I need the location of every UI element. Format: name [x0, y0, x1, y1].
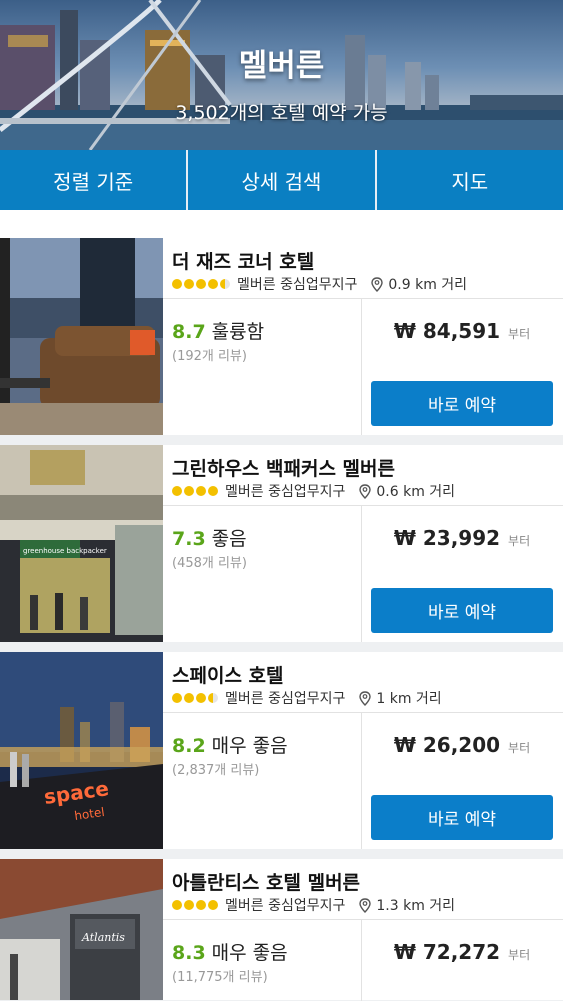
greenhouse-sign: greenhouse backpacker: [23, 547, 107, 555]
price-box: ₩ 23,992 부터 바로 예약: [361, 505, 563, 643]
hotel-area: 멜버른 중심업무지구: [225, 691, 346, 707]
rating-box: 7.3 좋음 (458개 리뷰): [163, 505, 362, 643]
city-header: 멜버른 3,502개의 호텔 예약 가능: [0, 0, 563, 150]
hotel-meta: 멜버른 중심업무지구 0.6 km 거리: [172, 481, 455, 501]
rating-box: 8.2 매우 좋음 (2,837개 리뷰): [163, 712, 362, 850]
star-rating: [172, 486, 220, 496]
card-divider: [0, 642, 563, 652]
hotel-distance: 1.3 km 거리: [376, 898, 456, 914]
hotel-name[interactable]: 아틀란티스 호텔 멜버른: [172, 868, 360, 895]
spacer: [0, 210, 563, 238]
book-now-button[interactable]: 바로 예약: [371, 795, 553, 840]
hotel-photo[interactable]: space hotel: [0, 652, 163, 849]
review-score: 8.2 매우 좋음: [172, 735, 288, 757]
hotel-distance: 0.6 km 거리: [376, 484, 456, 500]
location-pin-icon: [359, 690, 372, 706]
hotel-area: 멜버른 중심업무지구: [225, 484, 346, 500]
hotel-card[interactable]: space hotel 스페이스 호텔 멜버른 중심업무지구 1 km 거리 8…: [0, 652, 563, 850]
star-rating: [172, 900, 220, 910]
hotel-name[interactable]: 더 재즈 코너 호텔: [172, 247, 314, 274]
book-now-button[interactable]: 바로 예약: [371, 588, 553, 633]
hotel-card[interactable]: greenhouse backpacker 그린하우스 백패커스 멜버른 멜버른…: [0, 445, 563, 643]
rating-box: 8.3 매우 좋음 (11,775개 리뷰): [163, 919, 362, 1001]
hotel-name[interactable]: 스페이스 호텔: [172, 661, 284, 688]
hotel-card[interactable]: 더 재즈 코너 호텔 멜버른 중심업무지구 0.9 km 거리 8.7 훌륭함 (…: [0, 238, 563, 436]
review-score: 8.7 훌륭함: [172, 321, 265, 343]
price-box: ₩ 84,591 부터 바로 예약: [361, 298, 563, 436]
hotel-photo[interactable]: greenhouse backpacker: [0, 445, 163, 642]
star-rating: [172, 279, 232, 289]
review-count: (458개 리뷰): [172, 556, 247, 571]
hotel-meta: 멜버른 중심업무지구 1.3 km 거리: [172, 895, 455, 915]
location-pin-icon: [371, 276, 384, 292]
review-score: 7.3 좋음: [172, 528, 247, 550]
price-box: ₩ 72,272 부터: [361, 919, 563, 1001]
hotel-area: 멜버른 중심업무지구: [237, 277, 358, 293]
card-divider: [0, 435, 563, 445]
map-button[interactable]: 지도: [377, 150, 563, 210]
hotel-meta: 멜버른 중심업무지구 0.9 km 거리: [172, 274, 467, 294]
hotel-area: 멜버른 중심업무지구: [225, 898, 346, 914]
hotel-card[interactable]: Atlantis 아틀란티스 호텔 멜버른 멜버른 중심업무지구 1.3 km …: [0, 859, 563, 1001]
hotel-meta: 멜버른 중심업무지구 1 km 거리: [172, 688, 442, 708]
sort-button[interactable]: 정렬 기준: [0, 150, 189, 210]
action-bar: 정렬 기준 상세 검색 지도: [0, 150, 563, 210]
hotel-price: ₩ 26,200 부터: [393, 733, 531, 757]
review-count: (192개 리뷰): [172, 349, 247, 364]
hotel-photo[interactable]: [0, 238, 163, 435]
review-count: (11,775개 리뷰): [172, 970, 268, 985]
hotel-distance: 1 km 거리: [376, 691, 442, 707]
hotel-price: ₩ 84,591 부터: [393, 319, 531, 343]
city-title: 멜버른: [238, 48, 325, 84]
review-score: 8.3 매우 좋음: [172, 942, 288, 964]
filter-button[interactable]: 상세 검색: [188, 150, 377, 210]
hotel-name[interactable]: 그린하우스 백패커스 멜버른: [172, 454, 395, 481]
price-box: ₩ 26,200 부터 바로 예약: [361, 712, 563, 850]
hotel-distance: 0.9 km 거리: [388, 277, 468, 293]
review-count: (2,837개 리뷰): [172, 763, 260, 778]
hotel-count-subtitle: 3,502개의 호텔 예약 가능: [175, 102, 388, 124]
hotel-price: ₩ 23,992 부터: [393, 526, 531, 550]
hotel-price: ₩ 72,272 부터: [393, 940, 531, 964]
rating-box: 8.7 훌륭함 (192개 리뷰): [163, 298, 362, 436]
location-pin-icon: [359, 483, 372, 499]
book-now-button[interactable]: 바로 예약: [371, 381, 553, 426]
card-divider: [0, 849, 563, 859]
location-pin-icon: [359, 897, 372, 913]
atlantis-sign: Atlantis: [81, 931, 125, 944]
star-rating: [172, 693, 220, 703]
hotel-photo[interactable]: Atlantis: [0, 859, 163, 1000]
